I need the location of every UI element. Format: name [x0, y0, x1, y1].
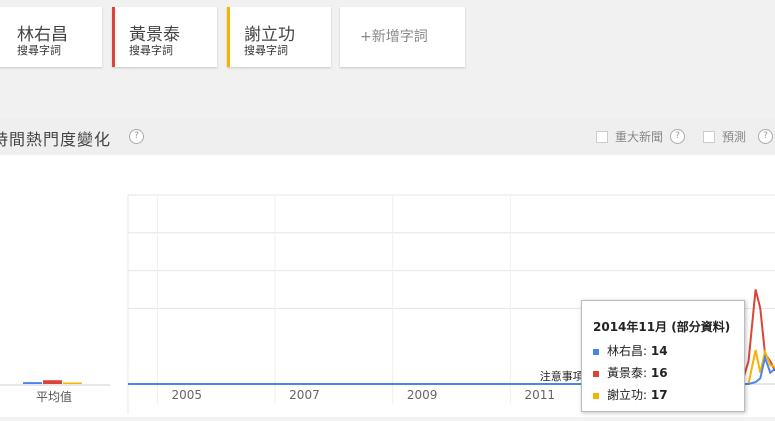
term-subtitle: 搜尋字詞 — [17, 44, 61, 57]
term-card-2[interactable]: 黃景泰 搜尋字詞 — [112, 7, 217, 67]
forecast-checkbox[interactable] — [703, 131, 715, 143]
tooltip-row-value: 14 — [650, 344, 668, 358]
tooltip-row-value: 17 — [650, 388, 668, 402]
tooltip-row: 黃景泰: 16 — [593, 364, 668, 381]
term-subtitle: 搜尋字詞 — [244, 44, 288, 57]
legend-swatch — [593, 348, 599, 355]
legend-swatch — [593, 392, 599, 399]
x-tick-label: 2011 — [524, 388, 555, 402]
average-bar — [43, 380, 62, 384]
average-label: 平均值 — [36, 390, 73, 404]
tooltip-title: 2014年11月 (部分資料) — [593, 320, 731, 334]
term-color-bar — [227, 7, 230, 67]
term-color-bar — [112, 7, 115, 67]
x-tick-label: 2005 — [172, 388, 203, 402]
help-icon[interactable]: ? — [129, 129, 144, 144]
section-header: 時間熱門度變化 ? 重大新聞 ? 預測 ? — [0, 118, 775, 155]
term-card-3[interactable]: 謝立功 搜尋字詞 — [227, 7, 331, 67]
section-title: 時間熱門度變化 — [0, 130, 112, 149]
x-tick-label: 2009 — [407, 388, 438, 402]
tooltip-row-value: 16 — [650, 366, 668, 380]
help-icon[interactable]: ? — [670, 129, 685, 144]
help-icon[interactable]: ? — [758, 129, 773, 144]
tooltip-row: 林右昌: 14 — [593, 342, 668, 359]
term-bar: 林右昌 搜尋字詞 黃景泰 搜尋字詞 謝立功 搜尋字詞 +新增字詞 — [0, 0, 775, 88]
term-card-1[interactable]: 林右昌 搜尋字詞 — [0, 7, 102, 67]
tooltip-row-label: 黃景泰 — [607, 366, 644, 380]
average-bar — [23, 382, 42, 384]
x-tick-label: 2007 — [289, 388, 320, 402]
forecast-label: 預測 — [722, 130, 747, 144]
chart-tooltip: 2014年11月 (部分資料) 林右昌: 14 黃景泰: 16 謝立功: 17 — [581, 300, 745, 412]
note-label: 注意事項 — [540, 369, 584, 383]
tooltip-row-label: 謝立功 — [607, 388, 644, 402]
news-checkbox[interactable] — [596, 131, 608, 143]
news-label: 重大新聞 — [615, 130, 664, 144]
average-bar — [63, 382, 82, 384]
tooltip-row-label: 林右昌 — [607, 344, 644, 358]
legend-swatch — [593, 370, 599, 377]
term-subtitle: 搜尋字詞 — [129, 44, 173, 57]
add-term-button[interactable]: +新增字詞 — [340, 7, 465, 67]
tooltip-row: 謝立功: 17 — [593, 386, 668, 403]
